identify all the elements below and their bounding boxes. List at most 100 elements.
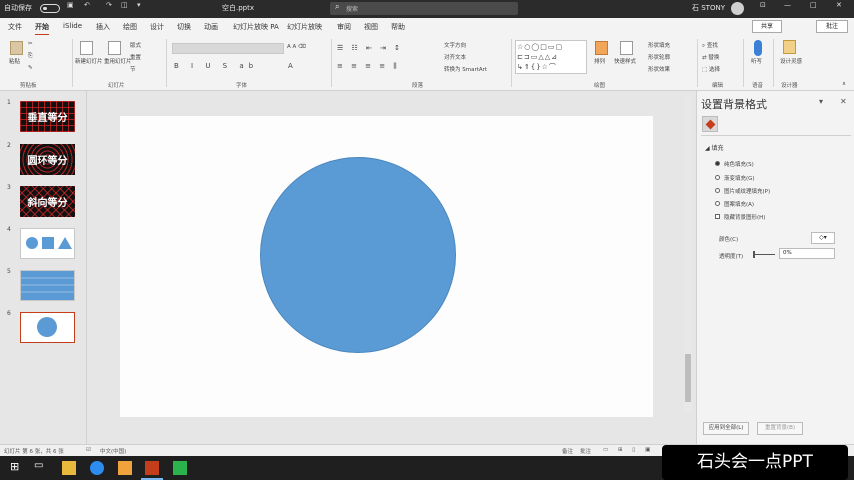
tab-animations[interactable]: 动画 (204, 22, 218, 32)
slide-thumbnail-2[interactable]: 圆环等分 (20, 144, 75, 175)
task-view-icon[interactable]: ▭ (34, 460, 48, 474)
font-name-combobox[interactable] (172, 43, 284, 54)
comments-status-button[interactable]: 批注 (580, 447, 591, 455)
find-button[interactable]: ⌕ 查找 (702, 41, 718, 50)
font-format-buttons[interactable]: B I U S ab (174, 62, 258, 70)
pattern-fill-radio[interactable] (715, 201, 720, 206)
text-direction-button[interactable]: 文字方向 (444, 41, 466, 49)
collapse-ribbon-icon[interactable]: ∧ (842, 81, 846, 87)
maximize-icon[interactable]: □ (810, 1, 817, 9)
autosave-toggle[interactable] (40, 4, 60, 13)
comments-button[interactable]: 批注 (816, 20, 848, 33)
new-slide-label[interactable]: 新建幻灯片 (75, 57, 103, 65)
arrange-icon[interactable] (595, 41, 608, 55)
format-painter-icon[interactable]: ✎ (28, 65, 33, 71)
tab-help[interactable]: 帮助 (391, 22, 405, 32)
transparency-slider[interactable] (755, 254, 775, 255)
vertical-scrollbar[interactable] (684, 94, 692, 412)
shape-fill-button[interactable]: 形状填充 (648, 41, 670, 49)
tab-slideshow-pa[interactable]: 幻灯片放映 PA (233, 22, 279, 32)
select-button[interactable]: ⬚ 选择 (702, 65, 720, 73)
scrollbar-thumb[interactable] (685, 354, 691, 402)
align-text-button[interactable]: 对齐文本 (444, 53, 466, 61)
minimize-icon[interactable]: — (784, 1, 791, 9)
customize-qat-icon[interactable]: ▾ (137, 1, 141, 9)
pane-options-icon[interactable]: ▾ (819, 97, 823, 106)
tab-transitions[interactable]: 切换 (177, 22, 191, 32)
tab-file[interactable]: 文件 (8, 22, 22, 32)
language-status[interactable]: 中文(中国) (100, 447, 126, 455)
arrange-label[interactable]: 排列 (594, 57, 605, 65)
share-button[interactable]: 共享 (752, 20, 782, 33)
microphone-icon[interactable] (754, 40, 762, 56)
search-box[interactable]: ⌕ 搜索 (330, 2, 518, 15)
shapes-gallery[interactable]: ☆○◯□▭▢ ⊏⊐▭△△⊿ ↳⇑{}☆⌒ (515, 40, 587, 74)
tab-review[interactable]: 审阅 (337, 22, 351, 32)
tab-insert[interactable]: 插入 (96, 22, 110, 32)
app-l-icon[interactable] (90, 461, 104, 475)
hide-background-checkbox[interactable] (715, 214, 720, 219)
reset-background-button[interactable]: 重置背景(B) (757, 422, 803, 435)
slide-thumbnail-5[interactable] (20, 270, 75, 301)
font-color-icon[interactable]: A (288, 62, 293, 70)
tab-slideshow[interactable]: 幻灯片放映 (287, 22, 322, 32)
fill-icon[interactable] (702, 116, 718, 132)
tab-islide[interactable]: iSlide (63, 22, 82, 30)
slide-thumbnail-6[interactable] (20, 312, 75, 343)
powerpoint-icon[interactable] (145, 461, 159, 475)
slideshow-icon[interactable]: ◫ (121, 1, 128, 9)
slide-thumbnail-1[interactable]: 垂直等分 (20, 101, 75, 132)
color-picker-button[interactable]: ◇▾ (811, 232, 835, 244)
slide-thumbnail-4[interactable] (20, 228, 75, 259)
paste-label[interactable]: 粘贴 (9, 57, 20, 65)
pane-close-icon[interactable]: ✕ (840, 97, 847, 106)
align-buttons[interactable]: ≡ ≡ ≡ ≡ ⫼ (337, 62, 400, 71)
paste-icon[interactable] (10, 41, 23, 55)
copy-icon[interactable]: ⎘ (28, 53, 32, 60)
reset-button[interactable]: 重置 (130, 53, 141, 61)
tab-design[interactable]: 设计 (150, 22, 164, 32)
undo-icon[interactable]: ↶ (84, 1, 90, 9)
redo-icon[interactable]: ↷ (106, 1, 112, 9)
app-green-icon[interactable] (173, 461, 187, 475)
app-orange-icon[interactable] (118, 461, 132, 475)
section-button[interactable]: 节 (130, 65, 136, 73)
list-buttons[interactable]: ☰ ☷ ⇤ ⇥ ↕ (337, 44, 403, 52)
layout-button[interactable]: 版式 (130, 41, 141, 49)
new-slide-icon[interactable] (80, 41, 93, 55)
notes-button[interactable]: 备注 (562, 447, 573, 455)
reuse-slides-label[interactable]: 重用幻灯片 (104, 57, 132, 65)
quick-styles-label[interactable]: 快速样式 (614, 57, 636, 65)
gradient-fill-radio[interactable] (715, 175, 720, 180)
transparency-input[interactable]: 0% (779, 248, 835, 259)
quick-styles-icon[interactable] (620, 41, 633, 55)
apply-to-all-button[interactable]: 应用到全部(L) (703, 422, 749, 435)
tab-view[interactable]: 视图 (364, 22, 378, 32)
picture-fill-radio[interactable] (715, 188, 720, 193)
design-ideas-icon[interactable] (783, 40, 796, 54)
tab-draw[interactable]: 绘图 (123, 22, 137, 32)
spellcheck-icon[interactable]: ☑ (86, 447, 91, 453)
file-explorer-icon[interactable] (62, 461, 76, 475)
tab-home[interactable]: 开始 (35, 22, 49, 36)
windows-start-icon[interactable]: ⊞ (10, 460, 24, 474)
font-size-combobox[interactable]: A A ⌫ (287, 44, 306, 50)
avatar[interactable] (731, 2, 744, 15)
ribbon-display-icon[interactable]: ⊡ (760, 1, 766, 9)
slide-thumbnail-3[interactable]: 斜向等分 (20, 186, 75, 217)
user-name[interactable]: 石 STONY (692, 3, 725, 13)
cut-button[interactable]: ✂ (28, 41, 33, 47)
solid-fill-radio[interactable] (715, 161, 720, 166)
convert-smartart-button[interactable]: 转换为 SmartArt (444, 65, 487, 73)
circle-shape[interactable] (260, 157, 456, 353)
fill-section-header[interactable]: ◢ 填充 (705, 143, 724, 152)
reuse-slides-icon[interactable] (108, 41, 121, 55)
dictate-label[interactable]: 听写 (751, 57, 762, 65)
design-ideas-label[interactable]: 设计灵感 (780, 57, 802, 65)
shape-effects-button[interactable]: 形状效果 (648, 65, 670, 73)
view-buttons[interactable]: ▭ ⊞ ▯ ▣ (603, 447, 654, 453)
save-icon[interactable]: ▣ (67, 1, 74, 9)
close-icon[interactable]: ✕ (836, 1, 842, 9)
slide-canvas[interactable] (120, 116, 653, 417)
shape-outline-button[interactable]: 形状轮廓 (648, 53, 670, 61)
